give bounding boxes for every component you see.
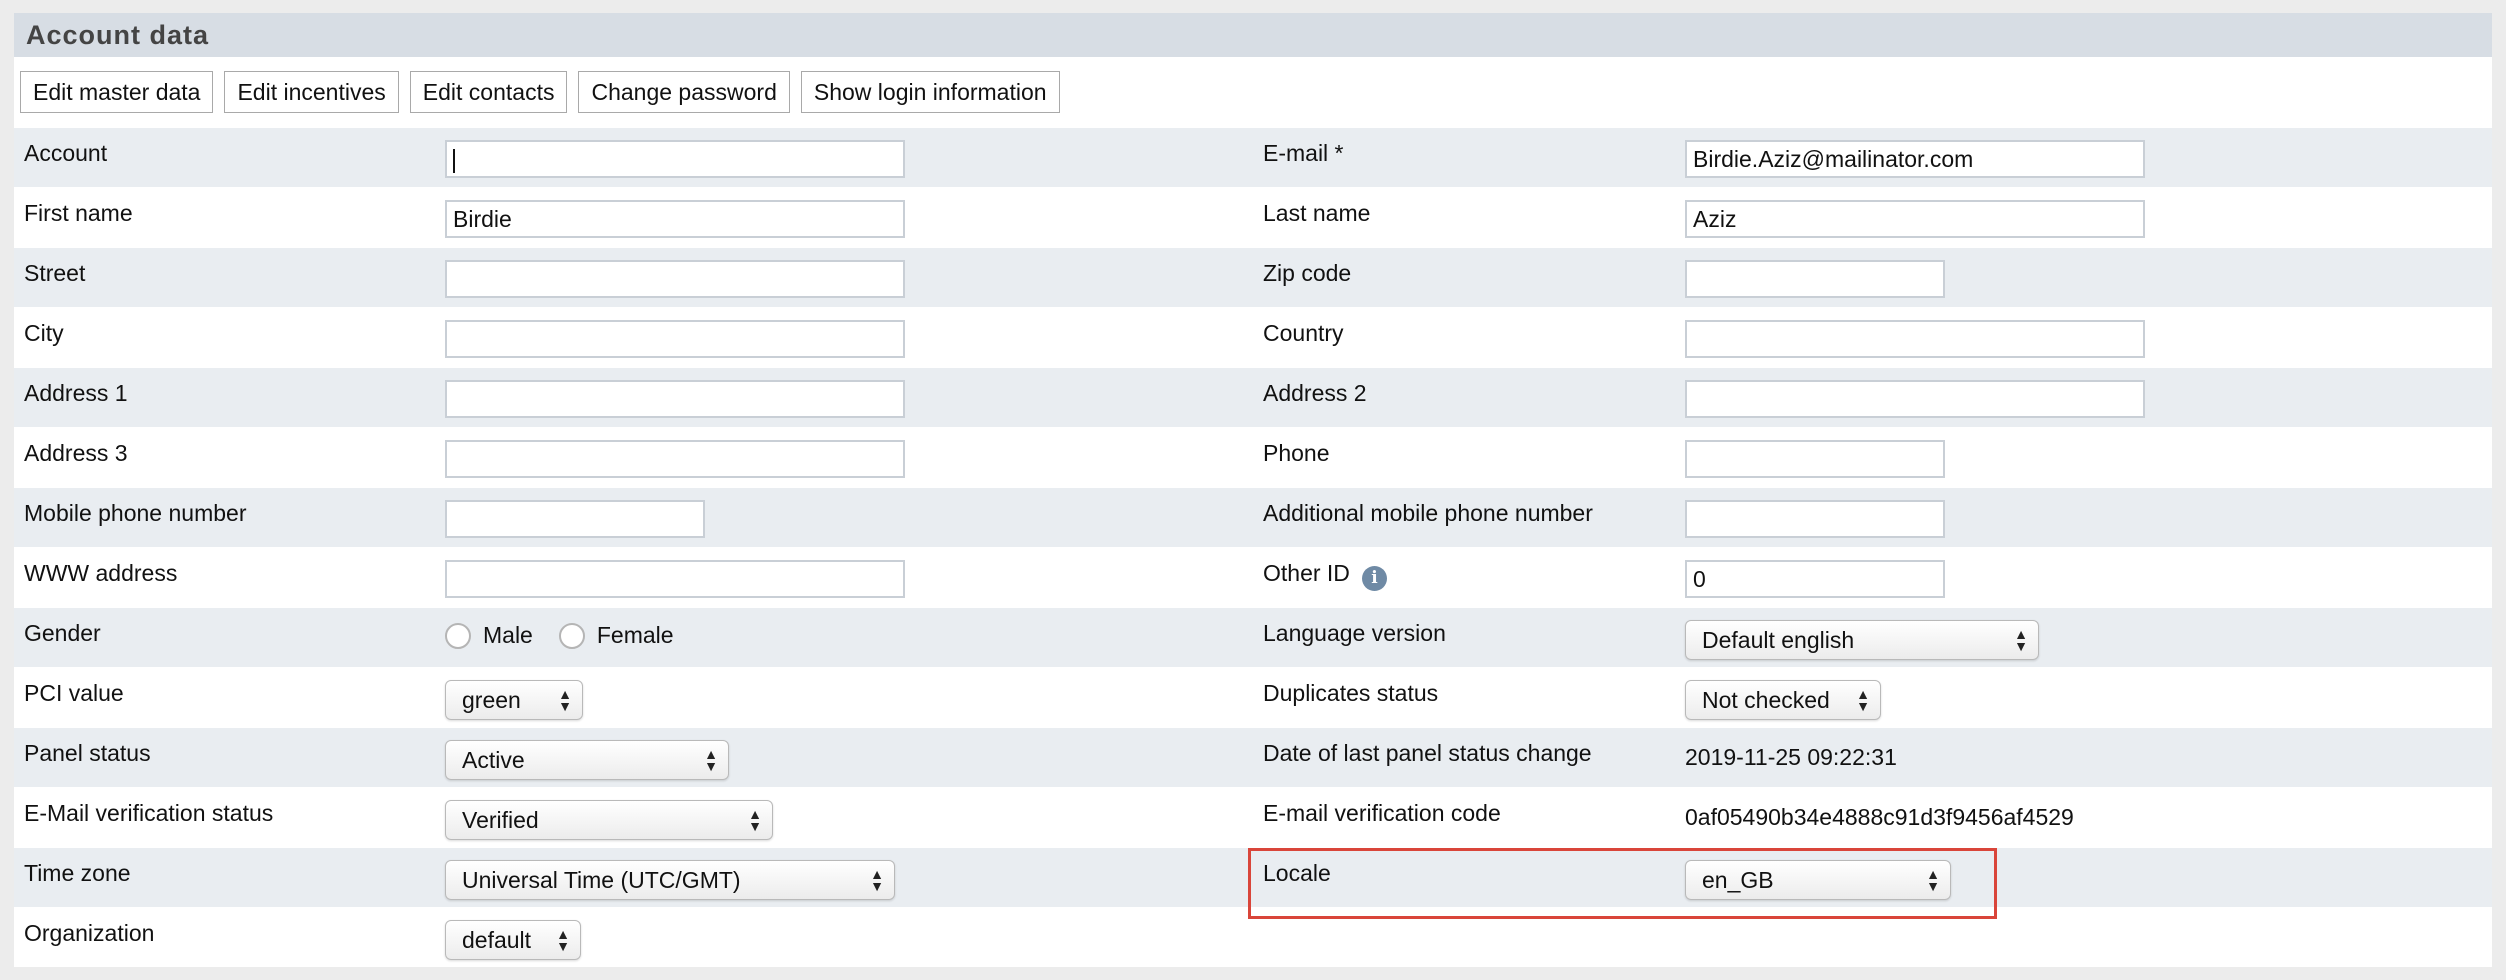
panel-title: Account data bbox=[14, 13, 2492, 57]
address3-label: Address 3 bbox=[24, 440, 128, 466]
locale-select[interactable]: en_GB ▲ ▼ bbox=[1685, 860, 1951, 900]
language-version-label: Language version bbox=[1263, 620, 1446, 646]
pci-value-select[interactable]: green ▲ ▼ bbox=[445, 680, 583, 720]
select-arrows-icon: ▲ ▼ bbox=[704, 746, 718, 774]
gender-female-option[interactable]: Female bbox=[558, 622, 674, 649]
pci-value-label: PCI value bbox=[24, 680, 124, 706]
male-radio[interactable] bbox=[445, 622, 471, 649]
www-address-input[interactable] bbox=[445, 560, 905, 598]
address2-input[interactable] bbox=[1685, 380, 2145, 418]
show-login-information-button[interactable]: Show login information bbox=[800, 71, 1060, 113]
email-input[interactable]: Birdie.Aziz@mailinator.com bbox=[1685, 140, 2145, 178]
form-row: Address 3 Phone bbox=[14, 427, 2492, 487]
street-input[interactable] bbox=[445, 260, 905, 298]
change-password-button[interactable]: Change password bbox=[578, 71, 790, 113]
account-data-panel: Account data Edit master data Edit incen… bbox=[14, 13, 2492, 967]
form-row: First name Birdie Last name Aziz bbox=[14, 187, 2492, 247]
phone-input[interactable] bbox=[1685, 440, 1945, 478]
form-row: Organization default ▲ ▼ bbox=[14, 907, 2492, 967]
male-label: Male bbox=[483, 622, 533, 648]
organization-select[interactable]: default ▲ ▼ bbox=[445, 920, 581, 960]
city-label: City bbox=[24, 320, 64, 346]
address1-input[interactable] bbox=[445, 380, 905, 418]
additional-mobile-input[interactable] bbox=[1685, 500, 1945, 538]
address1-label: Address 1 bbox=[24, 380, 128, 406]
panel-status-label: Panel status bbox=[24, 740, 151, 766]
duplicates-status-label: Duplicates status bbox=[1263, 680, 1439, 706]
gender-radio-group: Male Female bbox=[445, 622, 688, 649]
locale-label: Locale bbox=[1263, 860, 1331, 886]
form-row: Mobile phone number Additional mobile ph… bbox=[14, 487, 2492, 547]
text-cursor bbox=[453, 148, 455, 173]
panel-status-select[interactable]: Active ▲ ▼ bbox=[445, 740, 729, 780]
select-arrows-icon: ▲ ▼ bbox=[748, 806, 762, 834]
select-arrows-icon: ▲ ▼ bbox=[2014, 626, 2028, 654]
gender-male-option[interactable]: Male bbox=[445, 622, 533, 649]
toolbar: Edit master data Edit incentives Edit co… bbox=[14, 57, 2492, 127]
organization-label: Organization bbox=[24, 920, 155, 946]
www-address-label: WWW address bbox=[24, 560, 178, 586]
mobile-phone-label: Mobile phone number bbox=[24, 500, 247, 526]
first-name-label: First name bbox=[24, 200, 133, 226]
city-input[interactable] bbox=[445, 320, 905, 358]
last-panel-status-change-value: 2019-11-25 09:22:31 bbox=[1685, 744, 1897, 770]
other-id-label: Other ID bbox=[1263, 560, 1350, 586]
select-arrows-icon: ▲ ▼ bbox=[1926, 866, 1940, 894]
additional-mobile-label: Additional mobile phone number bbox=[1263, 500, 1593, 526]
address3-input[interactable] bbox=[445, 440, 905, 478]
other-id-input[interactable]: 0 bbox=[1685, 560, 1945, 598]
form-row: Panel status Active ▲ ▼ Date of last pane… bbox=[14, 727, 2492, 787]
mobile-phone-input[interactable] bbox=[445, 500, 705, 538]
language-version-select[interactable]: Default english ▲ ▼ bbox=[1685, 620, 2039, 660]
time-zone-select[interactable]: Universal Time (UTC/GMT) ▲ ▼ bbox=[445, 860, 895, 900]
email-verification-code-value: 0af05490b34e4888c91d3f9456af4529 bbox=[1685, 804, 2074, 830]
address2-label: Address 2 bbox=[1263, 380, 1367, 406]
edit-incentives-button[interactable]: Edit incentives bbox=[224, 71, 399, 113]
form-row: Account E-mail * Birdie.Aziz@mailinator.… bbox=[14, 127, 2492, 187]
email-verification-status-select[interactable]: Verified ▲ ▼ bbox=[445, 800, 773, 840]
email-verification-status-label: E-Mail verification status bbox=[24, 800, 274, 826]
duplicates-status-select[interactable]: Not checked ▲ ▼ bbox=[1685, 680, 1881, 720]
form-row: Street Zip code bbox=[14, 247, 2492, 307]
zip-code-label: Zip code bbox=[1263, 260, 1352, 286]
phone-label: Phone bbox=[1263, 440, 1330, 466]
info-icon[interactable]: i bbox=[1361, 565, 1387, 591]
edit-contacts-button[interactable]: Edit contacts bbox=[409, 71, 568, 113]
gender-label: Gender bbox=[24, 620, 101, 646]
last-name-input[interactable]: Aziz bbox=[1685, 200, 2145, 238]
street-label: Street bbox=[24, 260, 86, 286]
form-row: Time zone Universal Time (UTC/GMT) ▲ ▼ Lo… bbox=[14, 847, 2492, 907]
select-arrows-icon: ▲ ▼ bbox=[558, 686, 572, 714]
zip-code-input[interactable] bbox=[1685, 260, 1945, 298]
first-name-input[interactable]: Birdie bbox=[445, 200, 905, 238]
form-row: City Country bbox=[14, 307, 2492, 367]
last-panel-status-change-label: Date of last panel status change bbox=[1263, 740, 1592, 766]
edit-master-data-button[interactable]: Edit master data bbox=[20, 71, 214, 113]
account-label: Account bbox=[24, 140, 108, 166]
last-name-label: Last name bbox=[1263, 200, 1371, 226]
email-label: E-mail * bbox=[1263, 140, 1344, 166]
email-verification-code-label: E-mail verification code bbox=[1263, 800, 1501, 826]
form-row: WWW address Other ID i 0 bbox=[14, 547, 2492, 607]
time-zone-label: Time zone bbox=[24, 860, 131, 886]
country-label: Country bbox=[1263, 320, 1344, 346]
form-row: Gender Male Female Language version Defa… bbox=[14, 607, 2492, 667]
select-arrows-icon: ▲ ▼ bbox=[556, 926, 570, 954]
country-input[interactable] bbox=[1685, 320, 2145, 358]
form-row: Address 1 Address 2 bbox=[14, 367, 2492, 427]
female-radio[interactable] bbox=[558, 622, 585, 649]
account-input[interactable] bbox=[445, 140, 905, 178]
select-arrows-icon: ▲ ▼ bbox=[870, 866, 884, 894]
female-label: Female bbox=[596, 622, 674, 648]
form-row: PCI value green ▲ ▼ Duplicates status Not… bbox=[14, 667, 2492, 727]
form-rows: Account E-mail * Birdie.Aziz@mailinator.… bbox=[14, 127, 2492, 967]
other-id-label-wrap: Other ID i bbox=[1263, 560, 1387, 591]
form-row: E-Mail verification status Verified ▲ ▼ E… bbox=[14, 787, 2492, 847]
select-arrows-icon: ▲ ▼ bbox=[1856, 686, 1870, 714]
